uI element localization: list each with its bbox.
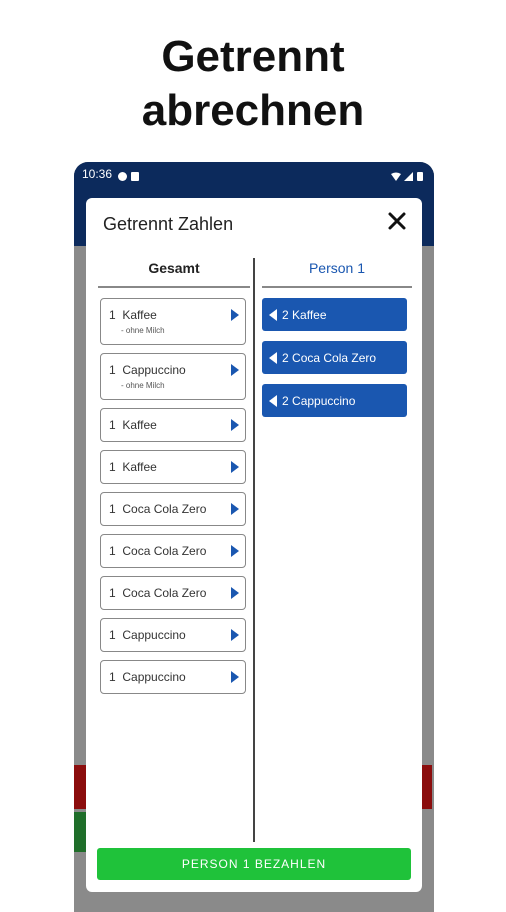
move-right-icon [231, 309, 239, 321]
item-modifier: - ohne Milch [121, 326, 165, 335]
item-label: 1 Cappuccino [109, 363, 186, 377]
move-right-icon [231, 364, 239, 376]
item-label: 1 Coca Cola Zero [109, 502, 207, 516]
item-label: 1 Cappuccino [109, 628, 186, 642]
person-items-list: 2 Kaffee 2 Coca Cola Zero 2 Cappuccino [262, 298, 407, 427]
list-item[interactable]: 1 Coca Cola Zero [100, 576, 246, 610]
move-right-icon [231, 461, 239, 473]
headline-line-1: Getrennt [161, 32, 345, 81]
selected-item-label: 2 Coca Cola Zero [282, 350, 377, 365]
battery-icon [417, 170, 426, 181]
close-icon [388, 212, 406, 230]
total-items-list: 1 Kaffee - ohne Milch 1 Cappuccino - ohn… [100, 298, 246, 702]
item-label: 1 Coca Cola Zero [109, 544, 207, 558]
list-item[interactable]: 1 Cappuccino [100, 618, 246, 652]
list-item[interactable]: 1 Kaffee [100, 450, 246, 484]
move-left-icon [269, 351, 277, 364]
headline: Getrennt abrechnen [0, 30, 506, 138]
status-right [391, 170, 426, 181]
list-item[interactable]: 1 Cappuccino - ohne Milch [100, 353, 246, 400]
move-right-icon [231, 587, 239, 599]
wifi-icon [391, 170, 401, 181]
selected-item[interactable]: 2 Coca Cola Zero [262, 341, 407, 374]
move-left-icon [269, 308, 277, 321]
close-button[interactable] [386, 210, 408, 232]
item-label: 1 Cappuccino [109, 670, 186, 684]
move-right-icon [231, 671, 239, 683]
pay-person-button[interactable]: PERSON 1 BEZAHLEN [97, 848, 411, 880]
move-right-icon [231, 419, 239, 431]
dialog-title: Getrennt Zahlen [103, 214, 234, 234]
item-label: 1 Kaffee [109, 418, 157, 432]
status-bar: 10:36 [74, 162, 434, 186]
headline-line-2: abrechnen [141, 86, 365, 135]
split-bill-dialog: Getrennt Zahlen Gesamt Person 1 1 Kaffee… [86, 198, 422, 892]
column-divider [253, 258, 255, 842]
item-label: 1 Kaffee [109, 460, 157, 474]
column-header-total: Gesamt [98, 260, 250, 288]
list-item[interactable]: 1 Kaffee - ohne Milch [100, 298, 246, 345]
list-item[interactable]: 1 Coca Cola Zero [100, 534, 246, 568]
selected-item[interactable]: 2 Kaffee [262, 298, 407, 331]
selected-item-label: 2 Kaffee [282, 307, 327, 322]
selected-item-label: 2 Cappuccino [282, 393, 356, 408]
sd-card-icon [131, 170, 140, 181]
selected-item[interactable]: 2 Cappuccino [262, 384, 407, 417]
item-label: 1 Kaffee [109, 308, 157, 322]
move-right-icon [231, 503, 239, 515]
notification-icon [118, 170, 128, 181]
status-time: 10:36 [82, 167, 113, 181]
list-item[interactable]: 1 Cappuccino [100, 660, 246, 694]
background-red-bar [74, 765, 86, 809]
list-item[interactable]: 1 Kaffee [100, 408, 246, 442]
move-left-icon [269, 394, 277, 407]
move-right-icon [231, 629, 239, 641]
item-label: 1 Coca Cola Zero [109, 586, 207, 600]
background-green-bar [74, 812, 86, 852]
move-right-icon [231, 545, 239, 557]
list-item[interactable]: 1 Coca Cola Zero [100, 492, 246, 526]
column-header-person: Person 1 [262, 260, 412, 288]
signal-icon [404, 170, 413, 181]
item-modifier: - ohne Milch [121, 381, 165, 390]
